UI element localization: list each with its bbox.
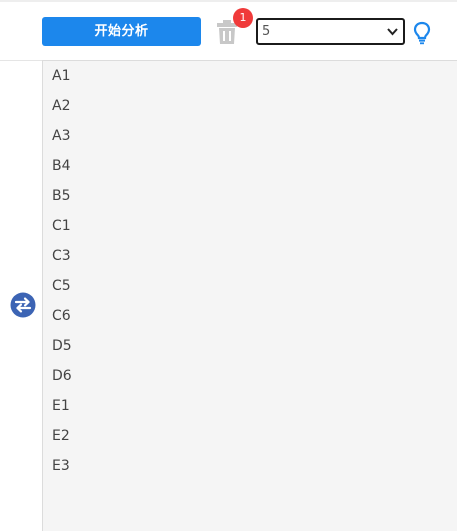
notification-badge: 1: [233, 8, 253, 28]
swap-arrows-icon[interactable]: [10, 292, 36, 318]
list-item[interactable]: D5: [43, 331, 457, 361]
lightbulb-icon[interactable]: [413, 21, 431, 45]
result-list: A1 A2 A3 B4 B5 C1 C3 C5 C6 D5 D6 E1 E2 E…: [42, 60, 457, 531]
list-item[interactable]: E3: [43, 451, 457, 481]
chevron-down-icon: [387, 28, 398, 36]
list-item[interactable]: C1: [43, 211, 457, 241]
list-item[interactable]: A2: [43, 91, 457, 121]
list-item[interactable]: D6: [43, 361, 457, 391]
list-item[interactable]: C5: [43, 271, 457, 301]
list-item[interactable]: A3: [43, 121, 457, 151]
list-item[interactable]: C6: [43, 301, 457, 331]
list-item[interactable]: E2: [43, 421, 457, 451]
count-select-value: 5: [262, 24, 271, 39]
list-item[interactable]: C3: [43, 241, 457, 271]
list-item[interactable]: B4: [43, 151, 457, 181]
top-divider: [0, 0, 457, 2]
list-item[interactable]: A1: [43, 61, 457, 91]
count-select[interactable]: 5: [256, 18, 405, 45]
list-item[interactable]: B5: [43, 181, 457, 211]
sidebar-divider: [0, 60, 42, 61]
start-analysis-button[interactable]: 开始分析: [42, 17, 201, 46]
list-item[interactable]: E1: [43, 391, 457, 421]
